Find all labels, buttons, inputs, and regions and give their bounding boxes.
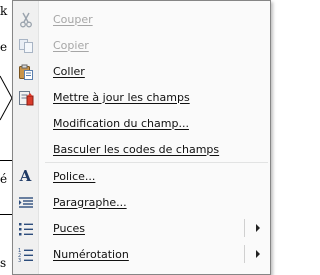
context-menu: Couper Copier Coller Mettre à jour les c… — [12, 0, 271, 275]
scissors-icon — [17, 11, 34, 28]
document-line — [0, 214, 12, 215]
menu-item-numbering[interactable]: 1 2 3 Numérotation — [13, 241, 270, 267]
menu-item-paragraph[interactable]: Paragraphe... — [13, 189, 270, 215]
chevron-right-icon — [256, 224, 260, 232]
menu-item-bullets[interactable]: Puces — [13, 215, 270, 241]
menu-item-font[interactable]: A Police... — [13, 163, 270, 189]
submenu-divider — [244, 245, 245, 263]
menu-item-label: Modification du champ... — [53, 116, 189, 130]
menu-item-update-fields[interactable]: Mettre à jour les champs — [13, 84, 270, 110]
menu-item-toggle-field-codes[interactable]: Basculer les codes de champs — [13, 136, 270, 162]
submenu-divider — [244, 219, 245, 237]
menu-item-cut[interactable]: Couper — [13, 6, 270, 32]
menu-item-label: Couper — [53, 12, 93, 26]
menu-item-edit-field[interactable]: Modification du champ... — [13, 110, 270, 136]
menu-item-copy[interactable]: Copier — [13, 32, 270, 58]
chevron-right-icon — [256, 250, 260, 258]
menu-item-paste[interactable]: Coller — [13, 58, 270, 84]
menu-item-label: Basculer les codes de champs — [53, 142, 220, 156]
document-fragment: k — [0, 4, 8, 18]
menu-item-label: Coller — [53, 64, 85, 78]
menu-item-label: Puces — [53, 221, 85, 235]
bullets-icon — [17, 220, 34, 237]
menu-item-label: Paragraphe... — [53, 195, 127, 209]
numbering-icon: 1 2 3 — [17, 246, 34, 263]
menu-item-label: Copier — [53, 38, 89, 52]
update-field-icon — [17, 89, 34, 106]
font-icon: A — [19, 167, 32, 185]
menu-item-label: Numérotation — [53, 247, 129, 261]
menu-item-label: Police... — [53, 169, 96, 183]
menu-item-label: Mettre à jour les champs — [53, 90, 190, 104]
document-fragment: s — [0, 256, 7, 270]
document-fragment: e — [0, 40, 8, 54]
copy-icon — [17, 37, 34, 54]
svg-text:3: 3 — [18, 258, 21, 263]
document-fragment: é — [0, 172, 8, 186]
paragraph-icon — [17, 194, 34, 211]
paste-icon — [17, 63, 34, 80]
document-line — [0, 160, 12, 161]
